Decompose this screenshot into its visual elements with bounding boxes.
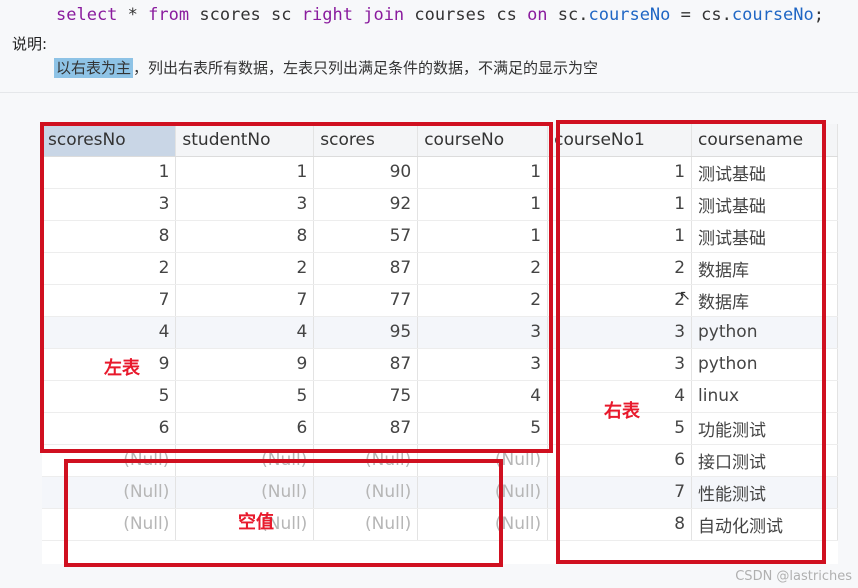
alias-cs: cs <box>496 5 517 25</box>
sql-statement: select * from scores sc right join cours… <box>56 3 824 27</box>
field-courseno-1: courseNo <box>588 5 671 25</box>
null-values-box <box>64 459 503 567</box>
kw-on: on <box>527 5 548 25</box>
note-label: 说明: <box>12 35 48 53</box>
right-table-label: 右表 <box>604 401 640 422</box>
cond-left: sc. <box>557 5 589 25</box>
cond-right: cs. <box>701 5 732 25</box>
kw-from: from <box>148 5 190 25</box>
table-courses: courses <box>414 5 487 25</box>
code-area: select * from scores sc right join cours… <box>0 0 858 34</box>
kw-right: right <box>301 5 353 25</box>
divider <box>0 92 858 93</box>
null-values-label: 空值 <box>238 512 274 533</box>
note-rest: ，列出右表所有数据，左表只列出满足条件的数据，不满足的显示为空 <box>133 59 599 77</box>
table-scores: scores <box>199 5 261 25</box>
kw-join: join <box>363 5 405 25</box>
left-table-label: 左表 <box>104 358 140 379</box>
kw-select: select <box>56 5 118 25</box>
right-table-box <box>556 120 826 564</box>
mouse-cursor-icon: ↖ <box>679 288 691 304</box>
alias-sc: sc <box>271 5 292 25</box>
note-text: 以右表为主 ，列出右表所有数据，左表只列出满足条件的数据，不满足的显示为空 <box>54 57 598 78</box>
equals-sign: = <box>680 5 691 25</box>
left-table-box <box>40 122 553 453</box>
star: * <box>127 5 138 25</box>
watermark: CSDN @lastriches <box>735 569 852 584</box>
field-courseno-2: courseNo <box>731 5 814 25</box>
semicolon: ; <box>813 5 825 25</box>
note-highlight: 以右表为主 <box>54 58 134 78</box>
